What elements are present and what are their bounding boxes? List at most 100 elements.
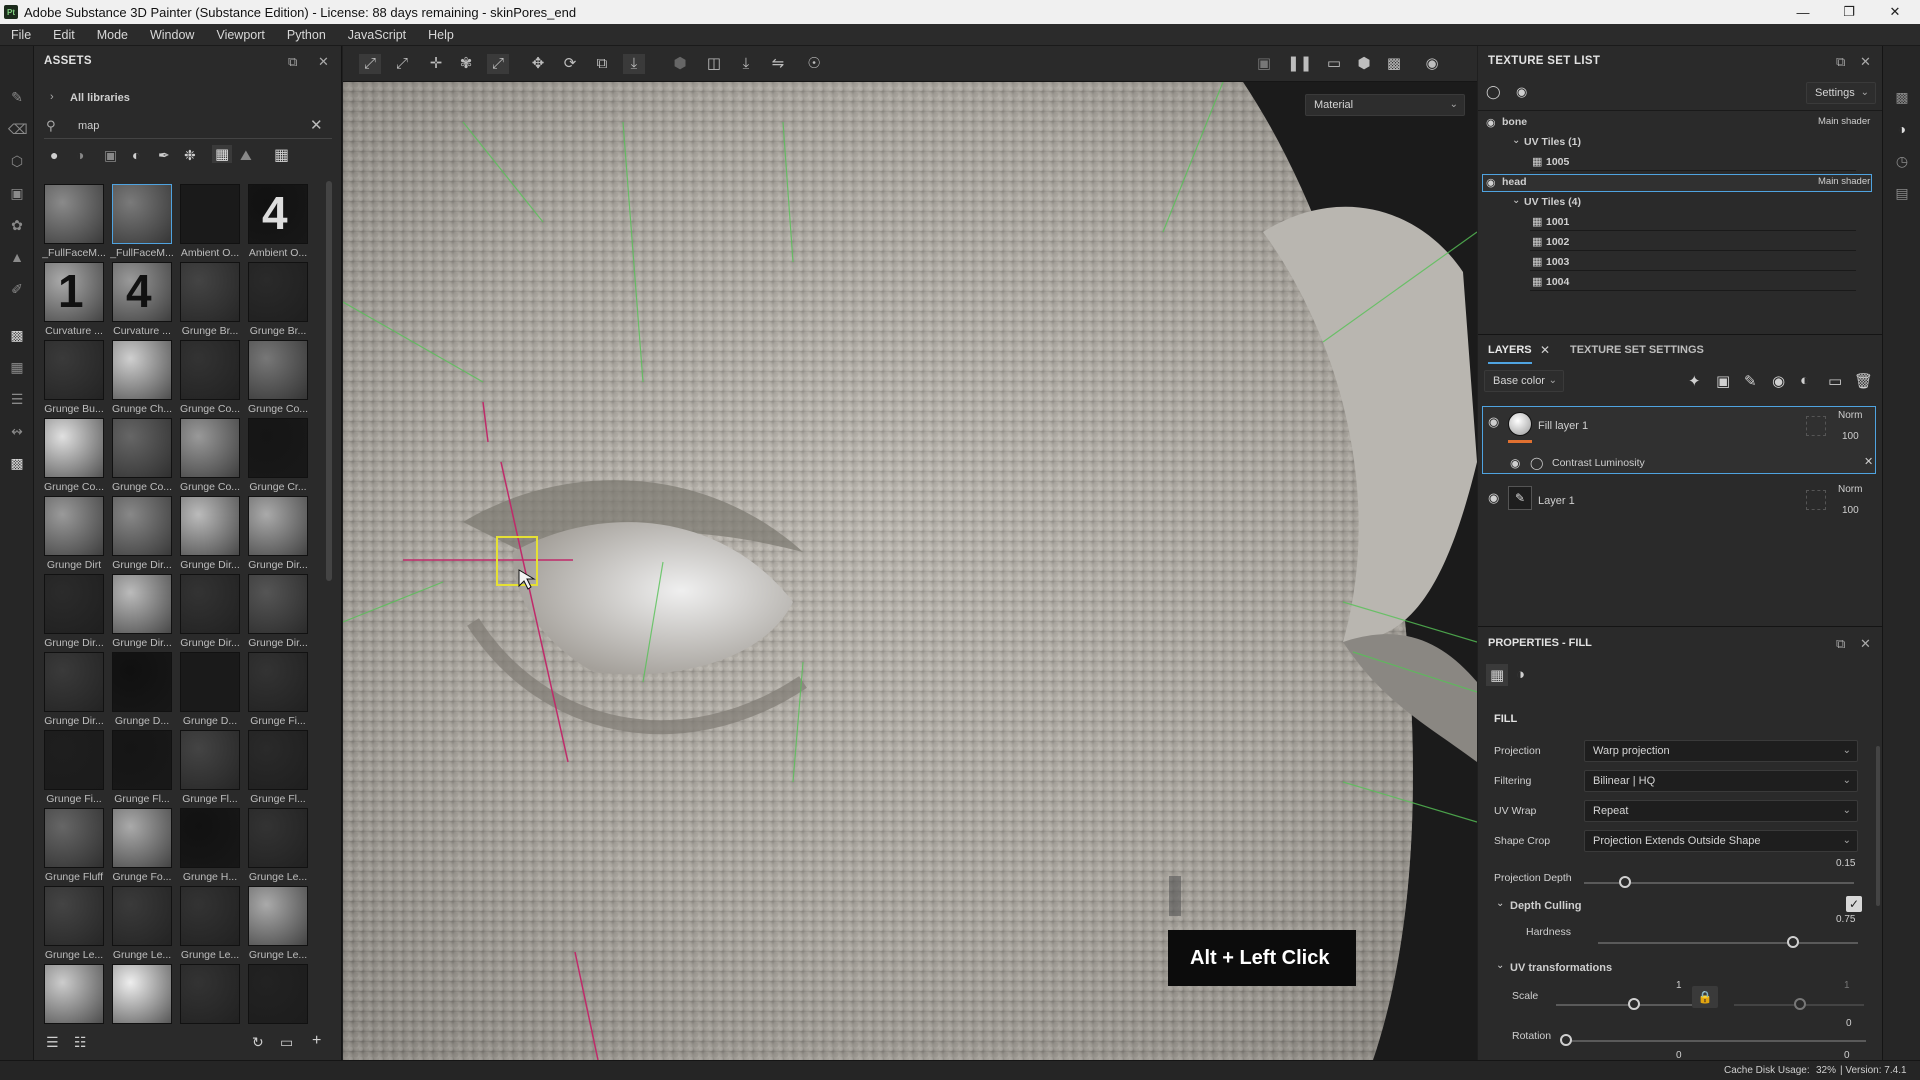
fill-layer-eye-icon[interactable]: ◉ — [1488, 414, 1499, 430]
asset-thumbnail[interactable] — [248, 496, 308, 556]
layer1-opacity[interactable]: 100 — [1842, 505, 1859, 516]
uv-transform-icon[interactable]: ⤢ — [391, 54, 413, 74]
display-settings-icon[interactable]: ▩ — [1893, 88, 1911, 106]
refresh-icon[interactable]: ↻ — [252, 1034, 264, 1051]
asset-thumbnail[interactable] — [44, 964, 104, 1024]
asset-thumbnail[interactable] — [44, 886, 104, 946]
cube-icon[interactable]: ⬢ — [669, 54, 691, 74]
properties-undock-icon[interactable]: ⧉ — [1836, 636, 1845, 652]
breadcrumb-chevron-icon[interactable]: › — [50, 91, 54, 103]
folder-icon[interactable]: ▭ — [280, 1034, 293, 1051]
display-icon[interactable]: ▩ — [8, 454, 26, 472]
delete-layer-icon[interactable]: 🗑 — [1854, 372, 1873, 390]
fill-layer-blend[interactable]: Norm — [1838, 410, 1862, 421]
scale-icon[interactable]: ⧉ — [591, 54, 613, 74]
hardness-value[interactable]: 0.75 — [1836, 914, 1855, 925]
mirror-x-icon[interactable]: ◫ — [703, 54, 725, 74]
environment-filter-icon[interactable]: ⛰ — [240, 147, 252, 164]
asset-thumbnail[interactable] — [248, 262, 308, 322]
grid-view-icon[interactable]: ▦ — [274, 145, 289, 165]
path-icon[interactable]: ↭ — [8, 422, 26, 440]
viewport[interactable]: ⤢ ⤢ ✛ ✾ ⤢ ✥ ⟳ ⧉ ⤓ ⬢ ◫ ⤓ ⇋ ☉ ▣ ❚❚ ▭ ⬢ ▩ ◉ — [343, 46, 1477, 1060]
asset-thumbnail[interactable] — [44, 184, 104, 244]
fill-layer-name[interactable]: Fill layer 1 — [1538, 420, 1588, 432]
asset-thumbnail[interactable] — [248, 730, 308, 790]
tsl-settings-dropdown[interactable]: Settings ⌄ — [1806, 82, 1876, 104]
tab-texture-set-settings[interactable]: TEXTURE SET SETTINGS — [1570, 344, 1704, 356]
texture-set-shader[interactable]: Main shader — [1818, 116, 1870, 127]
asset-thumbnail[interactable] — [112, 964, 172, 1024]
rotate-icon[interactable]: ⟳ — [559, 54, 581, 74]
scale-slider[interactable] — [1556, 1004, 1698, 1006]
detail-view-icon[interactable]: ☷ — [74, 1034, 87, 1051]
asset-thumbnail[interactable] — [180, 886, 240, 946]
polygon-fill-icon[interactable]: ▦ — [8, 358, 26, 376]
layer1-eye-icon[interactable]: ◉ — [1488, 490, 1499, 506]
uv-tile[interactable]: 1005 — [1546, 156, 1569, 168]
add-mask-icon[interactable]: ▣ — [1716, 372, 1730, 390]
property-dropdown[interactable]: Warp projection ⌄ — [1584, 740, 1858, 762]
asset-thumbnail[interactable] — [44, 418, 104, 478]
property-dropdown[interactable]: Repeat ⌄ — [1584, 800, 1858, 822]
tab-layers[interactable]: LAYERS — [1488, 344, 1532, 364]
view-3d-icon[interactable]: ⬢ — [1353, 54, 1375, 74]
rotation-slider[interactable] — [1566, 1040, 1866, 1042]
symmetry-icon[interactable]: ✛ — [425, 54, 447, 74]
close-icon[interactable]: ✕ — [1872, 0, 1918, 24]
search-input[interactable]: map — [78, 120, 308, 136]
smudge-icon[interactable]: ✿ — [8, 216, 26, 234]
property-dropdown[interactable]: Bilinear | HQ ⌄ — [1584, 770, 1858, 792]
layer1-blend[interactable]: Norm — [1838, 484, 1862, 495]
asset-thumbnail[interactable] — [112, 652, 172, 712]
add-paint-layer-icon[interactable]: ✎ — [1744, 372, 1757, 390]
material-mode-dropdown[interactable]: Material ⌄ — [1305, 94, 1465, 116]
asset-thumbnail[interactable] — [112, 730, 172, 790]
breadcrumb[interactable]: All libraries — [70, 92, 130, 104]
fill-layer-opacity[interactable]: 100 — [1842, 431, 1859, 442]
effect-eye-icon[interactable]: ◉ — [1510, 456, 1520, 470]
clone-stamp-icon[interactable]: ▲ — [8, 248, 26, 266]
log-icon[interactable]: ▤ — [1893, 184, 1911, 202]
menu-window[interactable]: Window — [139, 28, 205, 42]
scale-lock-icon[interactable]: 🔒 — [1692, 986, 1718, 1008]
assets-scrollbar[interactable] — [326, 181, 332, 581]
asset-thumbnail[interactable] — [112, 184, 172, 244]
pause-icon[interactable]: ❚❚ — [1287, 54, 1312, 74]
uv-tile[interactable]: 1003 — [1546, 256, 1569, 268]
uv-group-chevron-icon[interactable]: ⌄ — [1512, 135, 1520, 146]
menu-mode[interactable]: Mode — [86, 28, 139, 42]
scale-knob[interactable] — [1628, 998, 1640, 1010]
effect-remove-icon[interactable]: ✕ — [1864, 455, 1873, 468]
drag-handle[interactable] — [1169, 876, 1181, 916]
add-smart-icon[interactable]: ◐ — [1800, 372, 1809, 389]
asset-thumbnail[interactable] — [180, 184, 240, 244]
snap-icon[interactable]: ⤓ — [623, 54, 645, 74]
screenshot-icon[interactable]: ◉ — [1421, 54, 1443, 74]
texture-set-row[interactable] — [1482, 174, 1872, 192]
asset-thumbnail[interactable] — [248, 964, 308, 1024]
geometry-mask-icon[interactable]: ▣ — [8, 184, 26, 202]
menu-javascript[interactable]: JavaScript — [337, 28, 417, 42]
projection-depth-knob[interactable] — [1618, 876, 1631, 888]
asset-thumbnail[interactable] — [180, 652, 240, 712]
uv-tile[interactable]: 1002 — [1546, 236, 1569, 248]
menu-help[interactable]: Help — [417, 28, 465, 42]
smart-material-filter-icon[interactable]: ◑ — [76, 147, 84, 163]
properties-scrollbar[interactable] — [1876, 746, 1880, 906]
texture-set-name[interactable]: head — [1502, 176, 1527, 188]
asset-thumbnail[interactable] — [112, 574, 172, 634]
asset-thumbnail[interactable] — [112, 808, 172, 868]
texture-set-name[interactable]: bone — [1502, 116, 1527, 128]
depth-culling-checkbox[interactable]: ✓ — [1846, 896, 1862, 912]
hide-icon[interactable]: ▣ — [1253, 54, 1275, 74]
asset-thumbnail[interactable] — [112, 340, 172, 400]
asset-thumbnail[interactable] — [112, 418, 172, 478]
reset-icon[interactable]: ⇋ — [767, 54, 789, 74]
brush-filter-icon[interactable]: ✒ — [158, 147, 170, 164]
properties-material-tab-icon[interactable]: ◑ — [1516, 666, 1525, 683]
move-icon[interactable]: ✥ — [527, 54, 549, 74]
mirror-y-icon[interactable]: ⤓ — [735, 54, 757, 74]
asset-thumbnail[interactable] — [248, 574, 308, 634]
uv-tile[interactable]: 1001 — [1546, 216, 1569, 228]
3d-scene[interactable] — [343, 82, 1477, 1060]
